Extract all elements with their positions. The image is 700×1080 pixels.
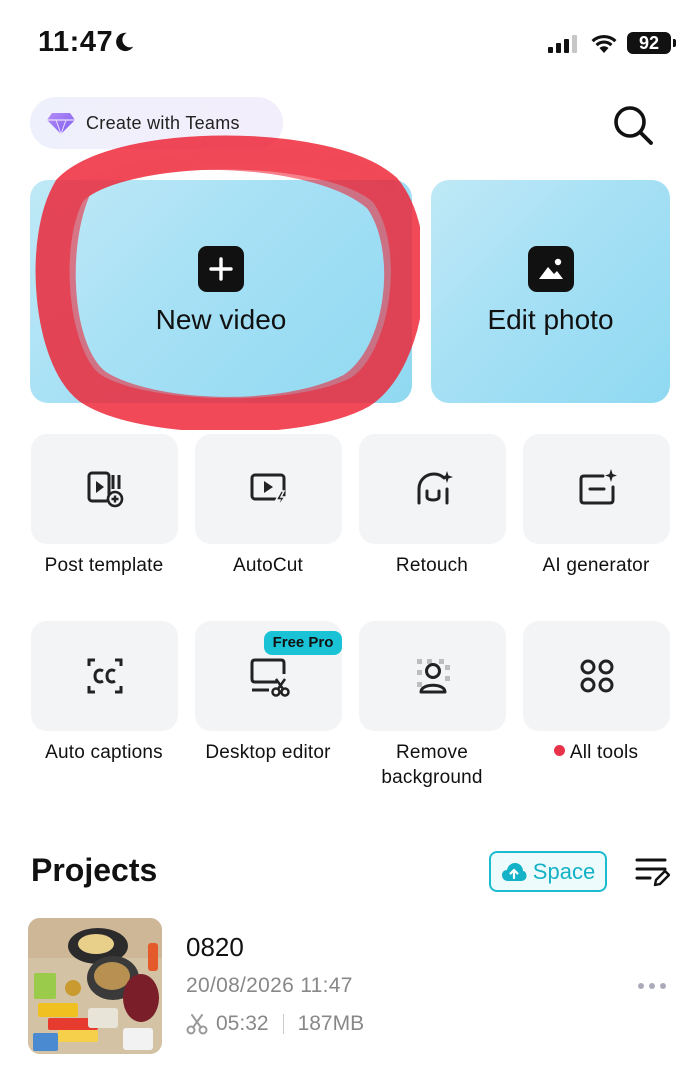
remove-background-icon (416, 659, 450, 694)
projects-title: Projects (31, 852, 158, 888)
create-with-teams-label: Create with Teams (86, 112, 240, 133)
post-template-tile[interactable] (31, 434, 178, 544)
project-thumbnail[interactable] (28, 918, 162, 1054)
ai-generator-icon (579, 469, 617, 505)
project-duration: 05:32 (216, 1012, 269, 1035)
battery-level: 92 (638, 33, 660, 53)
remove-background-label: Remove background (381, 742, 483, 788)
retouch-label: Retouch (395, 555, 469, 576)
autocut-icon (250, 473, 286, 509)
ai-generator-tile[interactable] (523, 434, 670, 544)
auto-captions-label: Auto captions (45, 742, 163, 763)
edit-photo-label: Edit photo (487, 304, 614, 335)
scissors-icon (186, 1014, 208, 1035)
more-options-icon[interactable] (636, 978, 668, 994)
plus-icon (198, 246, 244, 292)
ai-generator-label: AI generator (542, 555, 650, 576)
battery-icon: 92 (627, 32, 676, 54)
space-label: Space (532, 858, 596, 884)
project-thumbnail-image (28, 918, 162, 1054)
manage-projects-icon[interactable] (634, 853, 670, 889)
free-pro-badge: Free Pro (264, 631, 342, 655)
wifi-icon (591, 34, 617, 53)
all-tools-tile[interactable] (523, 621, 670, 731)
post-template-icon (87, 471, 123, 508)
auto-captions-tile[interactable] (31, 621, 178, 731)
notification-dot (553, 745, 565, 756)
search-icon[interactable] (610, 102, 656, 148)
diamond-icon (47, 113, 75, 135)
edit-photo-card[interactable]: Edit photo (431, 180, 670, 403)
status-time: 11:47 (38, 26, 114, 58)
all-tools-icon (580, 659, 613, 693)
new-video-card[interactable]: New video (30, 180, 412, 403)
cloud-upload-icon (501, 862, 527, 881)
all-tools-label-row: All tools (511, 740, 681, 765)
retouch-tile[interactable] (359, 434, 506, 544)
status-bar: 11:47 92 (0, 0, 700, 88)
autocut-label: AutoCut (232, 555, 304, 576)
project-meta: 05:32 187MB (186, 1012, 364, 1036)
all-tools-label: All tools (569, 742, 639, 763)
desktop-editor-label: Desktop editor (205, 742, 331, 763)
meta-divider (282, 1014, 284, 1034)
new-video-label: New video (155, 304, 287, 335)
project-size: 187MB (297, 1012, 365, 1035)
image-icon (528, 246, 574, 292)
project-name: 0820 (186, 932, 244, 962)
moon-icon (116, 32, 134, 52)
post-template-label: Post template (44, 555, 164, 576)
autocut-tile[interactable] (195, 434, 342, 544)
project-date: 20/08/2026 11:47 (186, 974, 353, 997)
space-button[interactable]: Space (489, 851, 607, 892)
desktop-editor-icon (250, 658, 290, 697)
retouch-icon (417, 471, 453, 505)
create-with-teams-button[interactable]: Create with Teams (30, 97, 283, 149)
signal-icon (548, 35, 577, 53)
captions-icon (87, 658, 122, 694)
remove-background-tile[interactable] (359, 621, 506, 731)
